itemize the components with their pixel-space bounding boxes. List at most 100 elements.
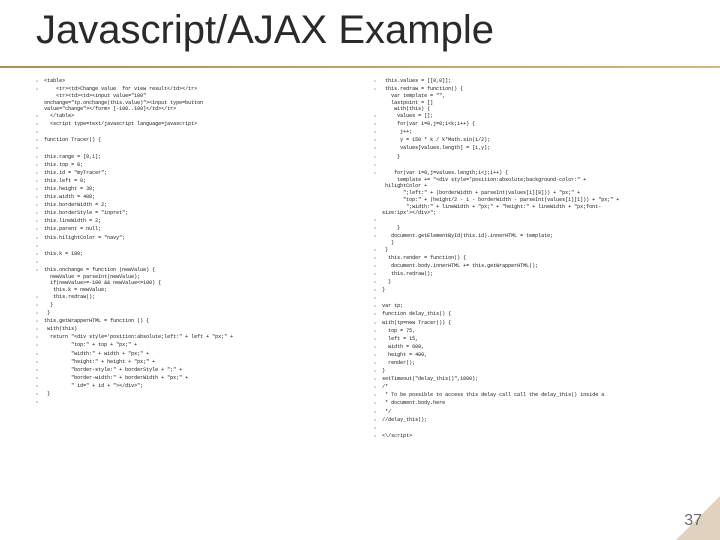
code-line: ▫ [36, 129, 362, 137]
bullet-icon: ▫ [374, 162, 376, 170]
code-line: ▫ * document.body.here [374, 400, 700, 408]
code-line: ▫ "border-style:" + borderStyle + ";" + [36, 367, 362, 375]
code-text: values = []; [382, 113, 700, 120]
code-text: values[values.length] = [i,y]; [382, 145, 700, 152]
bullet-icon: ▫ [36, 194, 38, 202]
bullet-icon: ▫ [374, 113, 376, 121]
bullet-icon: ▫ [374, 295, 376, 303]
code-line: ▫this.left = 0; [36, 178, 362, 186]
bullet-icon: ▫ [374, 320, 376, 328]
code-line: ▫ "height:" + height + "px;" + [36, 359, 362, 367]
code-text: with(tp=new Tracer()) { [382, 320, 700, 327]
code-line: ▫this.parent = null; [36, 226, 362, 234]
code-text: this.onchange = function (newValue) { ne… [44, 267, 362, 294]
code-text: " id=" + id + "></div>"; [44, 383, 362, 390]
bullet-icon: ▫ [36, 351, 38, 359]
bullet-icon: ▫ [374, 279, 376, 287]
code-text: this.redraw(); [44, 294, 362, 301]
code-line: ▫ with(this) [36, 326, 362, 334]
code-text: <tr><td>Change value for view result</td… [44, 86, 362, 113]
code-text: this.borderStyle = "inpret"; [44, 210, 362, 217]
bullet-icon: ▫ [374, 233, 376, 241]
code-text: height = 400, [382, 352, 700, 359]
code-line: ▫ this.width = 400; [36, 194, 362, 202]
code-line: ▫} [374, 287, 700, 295]
bullet-icon: ▫ [36, 243, 38, 251]
bullet-icon: ▫ [36, 129, 38, 137]
bullet-icon: ▫ [36, 154, 38, 162]
code-line: ▫ this.redraw(); [36, 294, 362, 302]
bullet-icon: ▫ [374, 145, 376, 153]
code-line: ▫ for(var i=0,j=0;i<k;i++) { [374, 121, 700, 129]
code-text: <table> [44, 78, 362, 85]
code-text: render(); [382, 360, 700, 367]
code-line: ▫ this.redraw = function() { var templat… [374, 86, 700, 113]
bullet-icon: ▫ [36, 226, 38, 234]
code-text: function Tracer() { [44, 137, 362, 144]
bullet-icon: ▫ [374, 129, 376, 137]
code-text: */ [382, 409, 700, 416]
code-text: left = 15, [382, 336, 700, 343]
code-line: ▫function delay_this() { [374, 311, 700, 319]
code-text: document.getElementById(this.id).innerHT… [382, 233, 700, 247]
code-text: "height:" + height + "px;" + [44, 359, 362, 366]
code-text: <\/script> [382, 433, 700, 440]
code-line: ▫<\/script> [374, 433, 700, 441]
code-line: ▫this.hilightColor = "navy"; [36, 235, 362, 243]
code-line: ▫ for(var i=0,j=values.length;i<j;i++) {… [374, 170, 700, 217]
page-title: Javascript/AJAX Example [36, 8, 494, 53]
code-text: "width:" + width + "px;" + [44, 351, 362, 358]
bullet-icon: ▫ [374, 154, 376, 162]
code-text: "border-style:" + borderStyle + ";" + [44, 367, 362, 374]
code-line: ▫/* [374, 384, 700, 392]
code-text: top = 75, [382, 328, 700, 335]
code-line: ▫ <script type=text/javascript language=… [36, 121, 362, 129]
code-line: ▫ this.values = [[0,0]]; [374, 78, 700, 86]
bullet-icon: ▫ [374, 344, 376, 352]
code-text: j++; [382, 129, 700, 136]
bullet-icon: ▫ [374, 417, 376, 425]
code-line: ▫function Tracer() { [36, 137, 362, 145]
code-text: </table> [44, 113, 362, 120]
code-text: * document.body.here [382, 400, 700, 407]
bullet-icon: ▫ [36, 294, 38, 302]
code-text: } [44, 302, 362, 309]
code-text: this.top = 0; [44, 162, 362, 169]
code-line: ▫ [36, 259, 362, 267]
code-line: ▫ [374, 295, 700, 303]
bullet-icon: ▫ [374, 170, 376, 178]
code-line: ▫ values[values.length] = [i,y]; [374, 145, 700, 153]
code-text: this.height = 30; [44, 186, 362, 193]
code-line: ▫this.borderWidth = 2; [36, 202, 362, 210]
code-text: //delay_this(); [382, 417, 700, 424]
code-line: ▫ */ [374, 409, 700, 417]
code-line: ▫ " id=" + id + "></div>"; [36, 383, 362, 391]
code-line: ▫ this.borderStyle = "inpret"; [36, 210, 362, 218]
code-text: return "<div style='position:absolute;le… [44, 334, 362, 341]
code-line: ▫ } [374, 154, 700, 162]
code-text: this.id = "myTracer"; [44, 170, 362, 177]
code-text: } [382, 247, 700, 254]
code-text: width = 600, [382, 344, 700, 351]
code-line: ▫ this.render = function() { [374, 255, 700, 263]
code-text: <script type=text/javascript language=ja… [44, 121, 362, 128]
code-text: this.lineWidth = 2; [44, 218, 362, 225]
code-text: this.left = 0; [44, 178, 362, 185]
bullet-icon: ▫ [36, 399, 38, 407]
code-line: ▫ height = 400, [374, 352, 700, 360]
code-line: ▫ [374, 162, 700, 170]
code-text: "top:" + top + "px;" + [44, 342, 362, 349]
code-line: ▫ [36, 399, 362, 407]
code-line: ▫ "width:" + width + "px;" + [36, 351, 362, 359]
code-line: ▫this.k = 100; [36, 251, 362, 259]
code-line: ▫this.getWrapperHTML = function () { [36, 318, 362, 326]
bullet-icon: ▫ [36, 210, 38, 218]
code-line: ▫ [36, 243, 362, 251]
bullet-icon: ▫ [374, 225, 376, 233]
bullet-icon: ▫ [36, 251, 38, 259]
code-line: ▫ } [36, 391, 362, 399]
code-column-right: ▫ this.values = [[0,0]];▫ this.redraw = … [374, 78, 700, 500]
code-text: this.width = 400; [44, 194, 362, 201]
bullet-icon: ▫ [374, 376, 376, 384]
bullet-icon: ▫ [374, 137, 376, 145]
